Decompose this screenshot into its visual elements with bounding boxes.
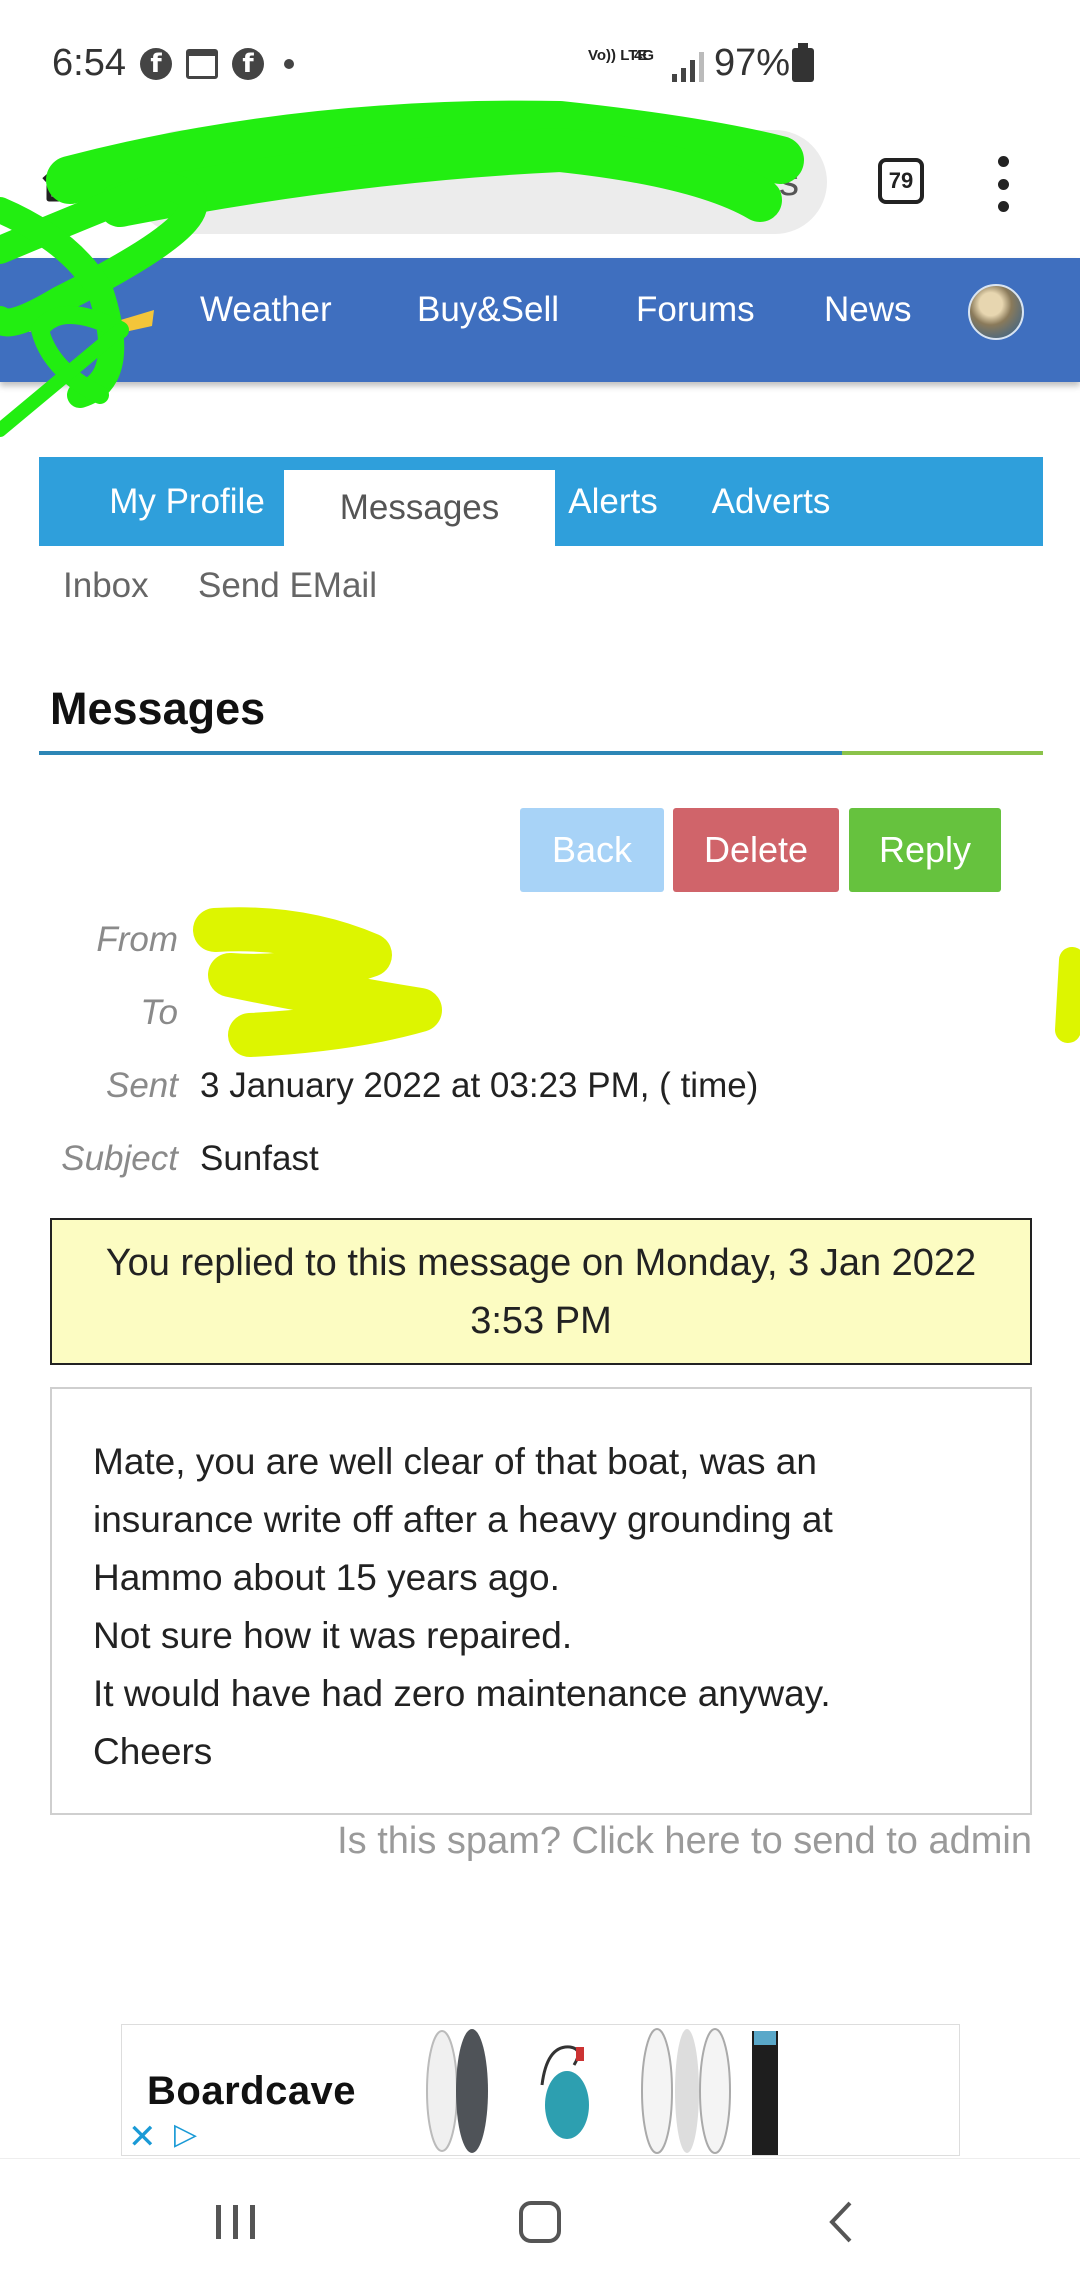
reply-notice: You replied to this message on Monday, 3… xyxy=(50,1218,1032,1365)
site-logo[interactable]: S xyxy=(4,282,164,352)
title-divider xyxy=(39,751,1043,755)
reply-notice-line: You replied to this message on Monday, 3… xyxy=(105,1242,977,1284)
ad-brand: Boardcave xyxy=(147,2069,357,2113)
ad-banner[interactable]: Boardcave ✕ ▷ xyxy=(121,2024,960,2156)
tab-alerts[interactable]: Alerts xyxy=(547,457,679,546)
home-icon[interactable] xyxy=(40,158,86,204)
delete-button[interactable]: Delete xyxy=(673,808,839,892)
nav-news[interactable]: News xyxy=(824,290,912,330)
nav-weather[interactable]: Weather xyxy=(200,290,332,330)
site-nav: S Weather Buy&Sell Forums News xyxy=(0,258,1080,382)
more-notifications-icon xyxy=(284,59,294,69)
calendar-icon xyxy=(186,49,218,79)
body-line: Cheers xyxy=(93,1731,213,1772)
adchoices-icon[interactable]: ▷ xyxy=(174,2117,197,2152)
battery-icon xyxy=(792,43,814,82)
tab-adverts[interactable]: Adverts xyxy=(704,457,838,546)
back-button[interactable]: Back xyxy=(520,808,664,892)
sent-label: Sent xyxy=(106,1066,178,1105)
url-text: ers xyxy=(743,160,799,204)
system-nav-bar xyxy=(0,2158,1080,2280)
notification-icons: f f xyxy=(140,48,294,80)
user-avatar[interactable] xyxy=(968,284,1024,340)
profile-tabs: My Profile Messages Alerts Adverts xyxy=(39,457,1043,546)
battery-percent: 97% xyxy=(714,42,791,84)
tab-messages[interactable]: Messages xyxy=(284,470,555,546)
overflow-menu-icon[interactable] xyxy=(995,156,1011,212)
recents-icon[interactable] xyxy=(216,2205,255,2239)
subtab-inbox[interactable]: Inbox xyxy=(63,566,149,606)
svg-text:S: S xyxy=(16,313,32,338)
address-bar[interactable]: ers xyxy=(132,130,827,234)
body-line: Not sure how it was repaired. xyxy=(93,1615,573,1656)
signal-icon xyxy=(672,52,704,82)
reply-button[interactable]: Reply xyxy=(849,808,1001,892)
tab-switcher-button[interactable]: 79 xyxy=(878,158,924,204)
message-body: Mate, you are well clear of that boat, w… xyxy=(50,1387,1032,1815)
nav-forums[interactable]: Forums xyxy=(636,290,755,330)
subtab-send-email[interactable]: Send EMail xyxy=(198,566,377,606)
page-title: Messages xyxy=(50,683,266,734)
from-label: From xyxy=(96,920,178,959)
home-nav-icon[interactable] xyxy=(519,2201,561,2243)
body-line: insurance write off after a heavy ground… xyxy=(93,1499,833,1540)
report-spam-link[interactable]: Is this spam? Click here to send to admi… xyxy=(337,1820,1032,1863)
network-type-icon: 4G xyxy=(634,47,655,64)
subject-label: Subject xyxy=(61,1139,178,1178)
body-line: Hammo about 15 years ago. xyxy=(93,1557,560,1598)
status-bar: 6:54 f f Vo)) LTE 4G 97% xyxy=(0,0,1080,130)
facebook-icon: f xyxy=(232,48,264,80)
clock: 6:54 xyxy=(52,42,126,84)
back-nav-icon[interactable] xyxy=(826,2199,856,2245)
subject-value: Sunfast xyxy=(200,1139,319,1178)
nav-buy-sell[interactable]: Buy&Sell xyxy=(417,290,559,330)
body-line: Mate, you are well clear of that boat, w… xyxy=(93,1441,817,1482)
facebook-icon: f xyxy=(140,48,172,80)
ad-close-icon[interactable]: ✕ xyxy=(128,2117,157,2155)
to-label: To xyxy=(140,993,178,1032)
body-line: It would have had zero maintenance anywa… xyxy=(93,1673,831,1714)
tab-my-profile[interactable]: My Profile xyxy=(87,457,287,546)
browser-toolbar: ers 79 xyxy=(0,130,1080,255)
surfboard-images xyxy=(426,2028,778,2155)
reply-notice-line: 3:53 PM xyxy=(470,1300,612,1342)
sent-value: 3 January 2022 at 03:23 PM, ( time) xyxy=(200,1066,759,1105)
